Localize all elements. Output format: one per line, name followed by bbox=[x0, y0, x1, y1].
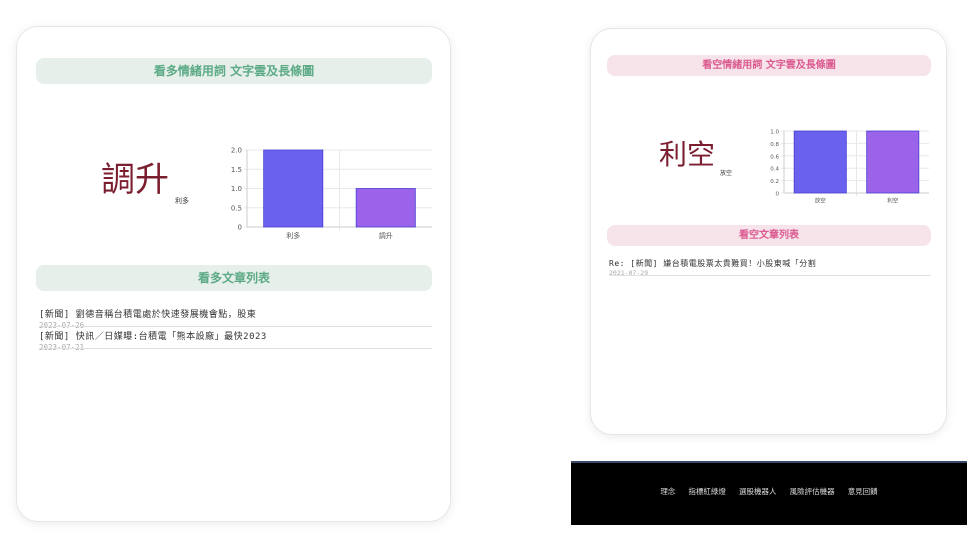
article-divider bbox=[609, 275, 931, 276]
y-tick-label: 0 bbox=[776, 192, 780, 198]
article-title[interactable]: Re: [新聞] 嫌台積電股票太貴難買！小股東喊「分割 bbox=[609, 258, 816, 269]
y-tick-label: 2.0 bbox=[231, 147, 242, 155]
x-tick-label: 利空 bbox=[887, 197, 899, 205]
bearish-card: 看空情緒用詞 文字雲及長條圖 利空 放空 0 0.2 0.4 0.6 0.8 1.0 放空利… bbox=[590, 28, 947, 435]
footer-link-stock-robot[interactable]: 選股機器人 bbox=[739, 487, 777, 496]
article-divider bbox=[39, 326, 432, 327]
y-tick-label: 0.6 bbox=[770, 154, 779, 160]
y-tick-label: 0.4 bbox=[770, 167, 779, 173]
bar bbox=[866, 130, 920, 194]
footer-link-feedback[interactable]: 意見回饋 bbox=[848, 487, 878, 496]
bar bbox=[355, 188, 416, 228]
bullish-wordcloud-big-word: 調升 bbox=[101, 160, 169, 200]
footer-link-indicator-lights[interactable]: 指標紅綠燈 bbox=[688, 487, 726, 496]
article-title[interactable]: [新聞] 劉德音稱台積電處於快速發展機會點，股東 bbox=[39, 307, 256, 320]
y-tick-label: 0.8 bbox=[770, 142, 779, 148]
y-tick-label: 1.0 bbox=[231, 185, 242, 193]
bar bbox=[263, 149, 324, 228]
bearish-wordcloud-small-word: 放空 bbox=[720, 170, 733, 177]
y-tick-label: 0.5 bbox=[231, 204, 242, 212]
y-tick-label: 0.2 bbox=[770, 179, 779, 185]
x-tick-label: 放空 bbox=[815, 197, 827, 205]
bullish-wordcloud-small-word: 利多 bbox=[175, 197, 189, 205]
bullish-article-list-header: 看多文章列表 bbox=[36, 265, 432, 291]
footer-link-risk-robot[interactable]: 風險評估機器 bbox=[790, 487, 835, 496]
bearish-chart-header: 看空情緒用詞 文字雲及長條圖 bbox=[607, 55, 931, 76]
y-tick-label: 1.5 bbox=[231, 166, 242, 174]
bearish-wordcloud-big-word: 利空 bbox=[659, 138, 716, 171]
footer-link-philosophy[interactable]: 理念 bbox=[660, 487, 675, 496]
bullish-card: 看多情緒用詞 文字雲及長條圖 調升 利多 0 0.5 1.0 1.5 2.0 利多 調升 看… bbox=[16, 26, 451, 522]
bearish-article-list-header: 看空文章列表 bbox=[607, 225, 931, 246]
x-tick-label: 調升 bbox=[379, 231, 393, 240]
footer-nav: 理念 指標紅綠燈 選股機器人 風險評估機器 意見回饋 bbox=[571, 479, 967, 498]
bullish-bar-chart: 0 0.5 1.0 1.5 2.0 利多 調升 bbox=[231, 147, 432, 240]
bullish-chart-header: 看多情緒用詞 文字雲及長條圖 bbox=[36, 58, 432, 84]
y-tick-label: 0 bbox=[238, 224, 242, 232]
bearish-bar-chart: 0 0.2 0.4 0.6 0.8 1.0 放空 利空 bbox=[770, 130, 929, 205]
article-divider bbox=[39, 348, 432, 349]
x-tick-label: 利多 bbox=[286, 231, 300, 240]
article-title[interactable]: [新聞] 快訊／日媒曝:台積電「熊本設廠」最快2023 bbox=[39, 329, 267, 342]
bar bbox=[793, 130, 847, 194]
footer: 理念 指標紅綠燈 選股機器人 風險評估機器 意見回饋 bbox=[571, 461, 967, 525]
y-tick-label: 1.0 bbox=[770, 130, 779, 136]
